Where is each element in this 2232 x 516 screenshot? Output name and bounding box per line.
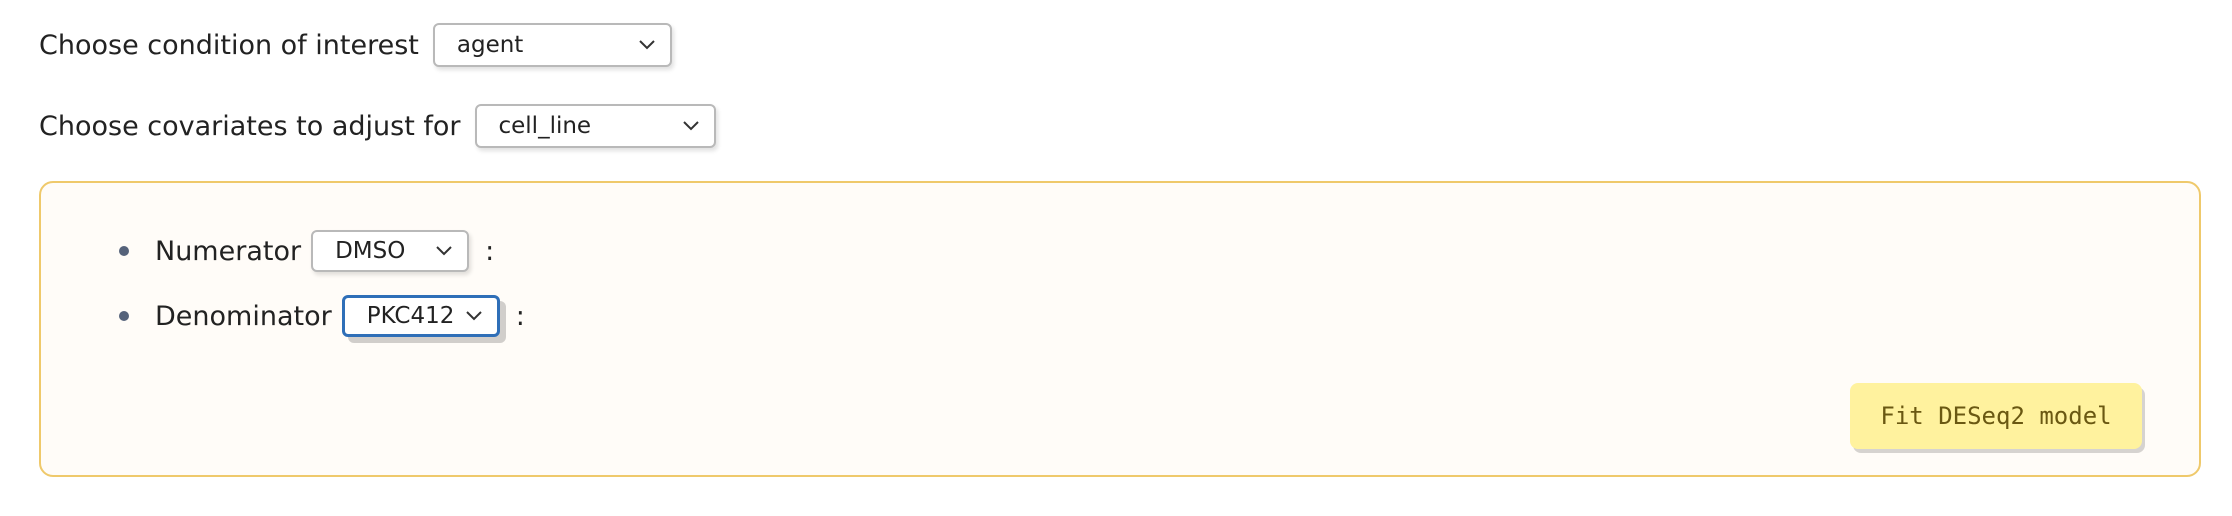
- covariates-select[interactable]: cell_line: [474, 104, 716, 148]
- condition-label: Choose condition of interest: [39, 29, 419, 61]
- condition-select-value: agent: [456, 32, 524, 58]
- fit-deseq2-button[interactable]: Fit DESeq2 model: [1850, 383, 2142, 449]
- chevron-down-icon: [639, 40, 655, 50]
- condition-select[interactable]: agent: [432, 23, 672, 67]
- covariates-row: Choose covariates to adjust for cell_lin…: [39, 101, 716, 151]
- chevron-down-icon: [465, 311, 482, 321]
- denominator-label: Denominator: [155, 300, 332, 332]
- chevron-down-icon: [682, 121, 699, 131]
- denominator-item: Denominator PKC412 :: [119, 291, 525, 341]
- numerator-label: Numerator: [155, 235, 302, 267]
- bullet-dot: [119, 311, 129, 321]
- numerator-colon: :: [485, 235, 495, 267]
- numerator-item: Numerator DMSO :: [119, 226, 494, 276]
- covariates-select-value: cell_line: [498, 113, 592, 139]
- denominator-select-value: PKC412: [366, 303, 455, 329]
- condition-row: Choose condition of interest agent: [39, 20, 672, 70]
- contrast-panel: Numerator DMSO : Denominator PKC412 : Fi…: [39, 181, 2201, 477]
- numerator-select-value: DMSO: [335, 238, 406, 264]
- covariates-label: Choose covariates to adjust for: [39, 110, 461, 142]
- denominator-colon: :: [515, 300, 525, 332]
- bullet-dot: [119, 246, 129, 256]
- denominator-select[interactable]: PKC412: [341, 295, 500, 337]
- numerator-select[interactable]: DMSO: [311, 230, 470, 272]
- chevron-down-icon: [436, 246, 452, 256]
